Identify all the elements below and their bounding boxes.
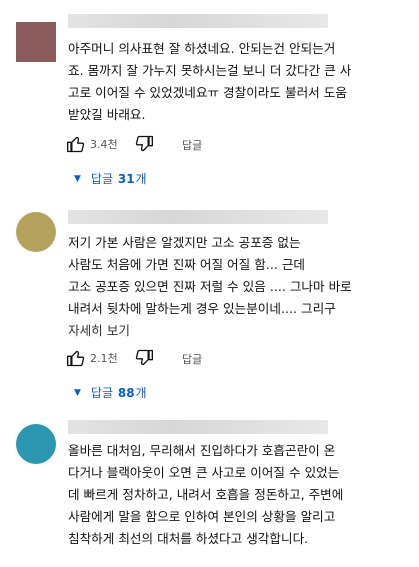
thumbs-up-icon bbox=[67, 136, 85, 153]
like-button[interactable]: 2.1천 bbox=[66, 348, 118, 368]
comment-actions: 3.4천 답글 bbox=[66, 134, 366, 156]
replies-prefix: 답글 bbox=[90, 172, 114, 186]
avatar[interactable] bbox=[16, 424, 56, 464]
view-replies-button[interactable]: ▼ 답글 31 개 bbox=[74, 170, 147, 187]
comment-actions: 2.1천 답글 bbox=[66, 348, 366, 370]
dislike-button[interactable] bbox=[134, 134, 154, 154]
author-name-blurred[interactable] bbox=[68, 210, 328, 224]
caret-down-icon: ▼ bbox=[74, 173, 81, 184]
like-count: 2.1천 bbox=[90, 352, 118, 365]
author-name-blurred[interactable] bbox=[68, 420, 328, 434]
reply-button[interactable]: 답글 bbox=[182, 137, 202, 153]
dislike-button[interactable] bbox=[134, 348, 154, 368]
comment-text: 올바른 대처임, 무리해서 진입하다가 호흡곤란이 온 다거나 블랙아웃이 오면… bbox=[68, 443, 344, 546]
replies-count: 31 bbox=[117, 171, 135, 186]
avatar[interactable] bbox=[16, 22, 56, 62]
thumbs-down-icon bbox=[135, 349, 153, 366]
replies-count: 88 bbox=[117, 385, 135, 400]
replies-suffix: 개 bbox=[135, 386, 147, 400]
replies-prefix: 답글 bbox=[90, 386, 114, 400]
like-count: 3.4천 bbox=[90, 138, 118, 151]
replies-suffix: 개 bbox=[135, 172, 147, 186]
read-more-link[interactable]: 자세히 보기 bbox=[68, 320, 130, 339]
like-button[interactable]: 3.4천 bbox=[66, 134, 118, 154]
view-replies-button[interactable]: ▼ 답글 88 개 bbox=[74, 384, 147, 401]
thumbs-up-icon bbox=[67, 350, 85, 367]
caret-down-icon: ▼ bbox=[74, 387, 81, 398]
reply-button[interactable]: 답글 bbox=[182, 351, 202, 367]
avatar[interactable] bbox=[16, 212, 56, 252]
comment-text: 아주머니 의사표현 잘 하셨네요. 안되는건 안되는거 죠. 몸까지 잘 가누지… bbox=[68, 41, 352, 122]
comment-text: 저기 가본 사람은 알겠지만 고소 공포증 없는 사람도 처음에 가면 진짜 어… bbox=[68, 235, 352, 316]
author-name-blurred[interactable] bbox=[68, 14, 328, 28]
thumbs-down-icon bbox=[135, 135, 153, 152]
